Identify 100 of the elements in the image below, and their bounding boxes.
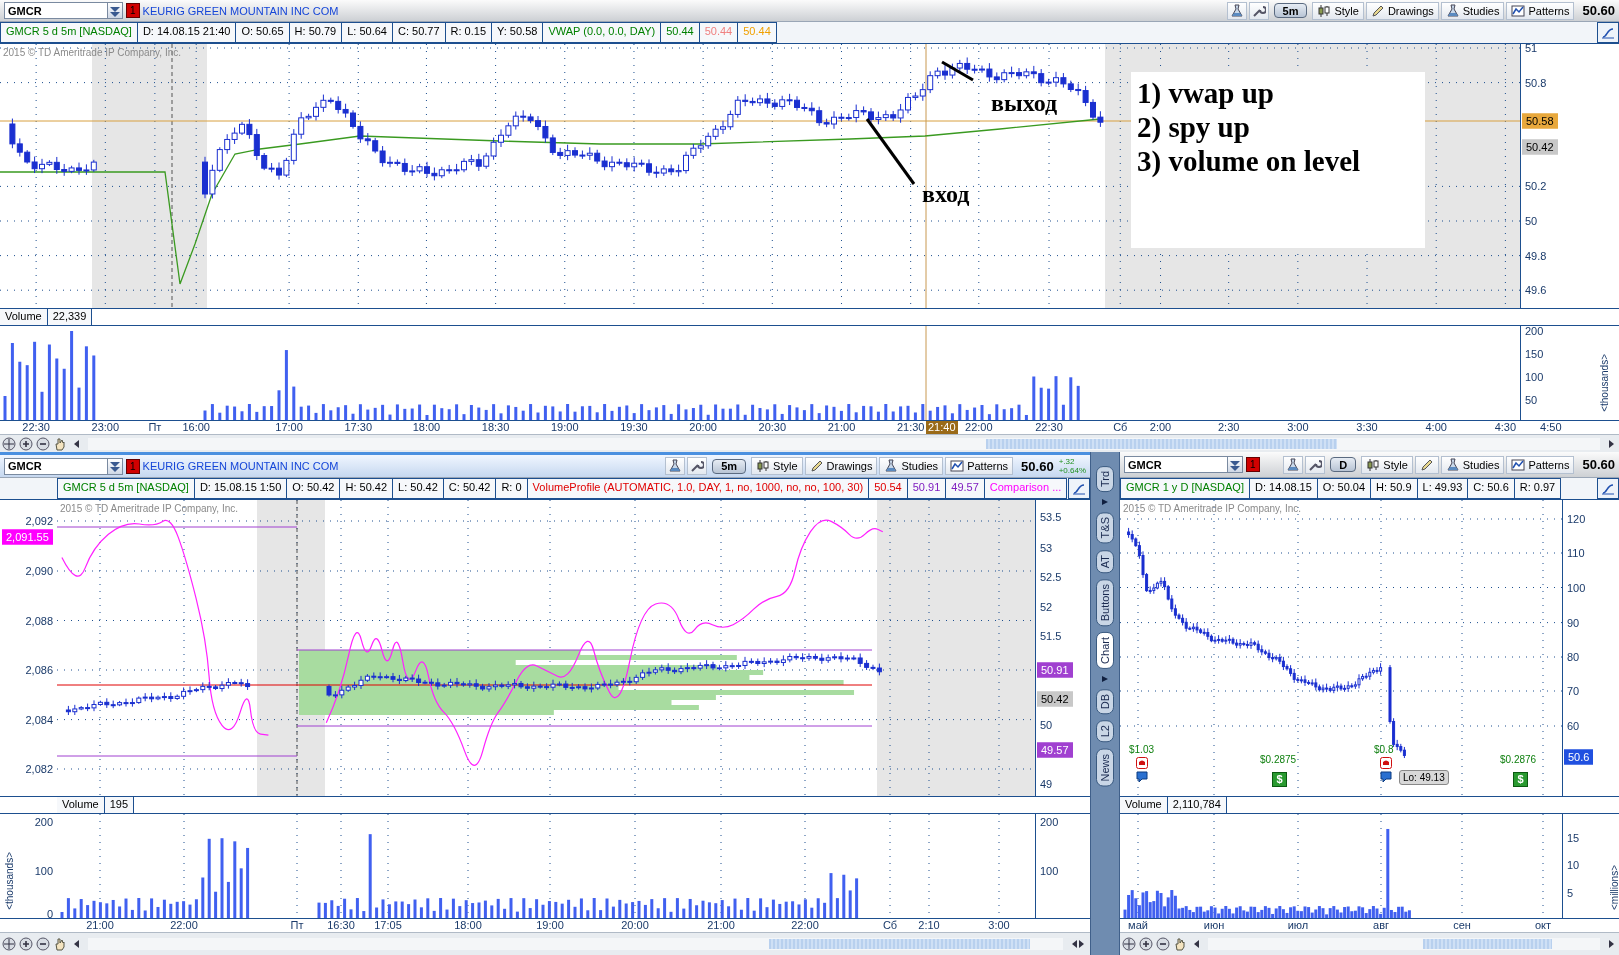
price-change: +0.64% [1058, 466, 1086, 475]
price-tag: 50.58 [1522, 113, 1558, 129]
studies-button[interactable]: Studies [879, 457, 944, 475]
annotation-text: выход [991, 90, 1058, 116]
time-label: 19:30 [620, 421, 648, 434]
symbol-field[interactable]: GMCR [1124, 456, 1228, 473]
axis-label: 2,090 [25, 565, 53, 577]
quote-value: 49.57 [946, 478, 985, 499]
side-tab[interactable]: L2 [1096, 720, 1114, 743]
style-button[interactable]: Style [1361, 455, 1413, 474]
axis-label: 100 [34, 865, 53, 877]
drawings-button[interactable]: Drawings [804, 457, 878, 475]
side-tab[interactable]: Trd [1096, 466, 1114, 493]
time-label: 3:00 [988, 919, 1010, 932]
side-tab[interactable]: DB [1096, 688, 1114, 715]
side-tab[interactable]: Chart [1096, 632, 1114, 669]
time-label: 2:00 [1149, 421, 1172, 434]
alert-badge: 1 [1246, 457, 1260, 472]
symbol-field[interactable]: GMCR [4, 457, 108, 475]
time-label: 20:00 [621, 919, 649, 932]
patterns-button[interactable]: Patterns [945, 457, 1014, 475]
quote-value: R: 0 [496, 478, 528, 499]
time-label: Сб [1113, 421, 1128, 434]
time-label: 22:30 [22, 421, 50, 434]
quote-value: VolumeProfile (AUTOMATIC, 1.0, DAY, 1, no, 1000, no, no, 100, 30) [527, 478, 870, 499]
quote-value: C: 50.42 [443, 478, 497, 499]
quote-value: C: 50.77 [392, 22, 446, 43]
studies-button[interactable]: Studies [1440, 455, 1505, 474]
time-label: июл [1287, 919, 1309, 932]
volume-value: 2,110,784 [1167, 797, 1227, 813]
time-label: 2:30 [1217, 421, 1240, 434]
quote-value: L: 50.42 [393, 478, 444, 499]
quote-value: H: 50.79 [289, 22, 343, 43]
axis-label: 200 [1525, 325, 1544, 337]
company-name: KEURIG GREEN MOUNTAIN INC COM [142, 4, 339, 17]
note-text: 1) vwap up [1137, 76, 1275, 110]
side-tab[interactable]: T&S [1096, 512, 1114, 544]
last-price: 50.60 [1582, 457, 1615, 472]
quote-value: O: 50.42 [287, 478, 341, 499]
patterns-button[interactable]: Patterns [1506, 1, 1575, 20]
quote-value: GMCR 5 d 5m [NASDAQ] [57, 478, 195, 499]
axis-label: 90 [1567, 616, 1580, 629]
axis-label: 0 [46, 908, 53, 920]
price-tag: 50.6 [1564, 749, 1594, 765]
time-label: 4:30 [1494, 421, 1517, 434]
axis-label: 49.6 [1525, 284, 1547, 297]
quote-value: D: 14.08.15 21:40 [137, 22, 237, 43]
event-label: $0.2876 [1500, 754, 1537, 766]
axis-label: 2,092 [25, 515, 53, 527]
time-label: 3:00 [1287, 421, 1309, 434]
quote-value: 50.44 [738, 22, 777, 43]
drawings-button[interactable]: Drawings [1365, 1, 1439, 20]
aggregation-button[interactable]: D [1330, 457, 1357, 472]
volume-label: Volume [0, 309, 48, 325]
time-label: 21:00 [86, 919, 114, 932]
side-tab[interactable]: News [1096, 748, 1114, 786]
note-text: 2) spy up [1137, 110, 1251, 144]
time-label: 21:30 [896, 421, 925, 434]
axis-label: 50.2 [1525, 180, 1547, 193]
quote-value: 50.44 [661, 22, 700, 43]
axis-label: 50.8 [1525, 76, 1547, 89]
dividend-badge: $ [1513, 772, 1528, 787]
quote-value: L: 50.64 [342, 22, 393, 43]
copyright-text: 2015 © TD Ameritrade IP Company, Inc. [1123, 503, 1301, 514]
axis-label: 52.5 [1040, 571, 1062, 583]
side-tab[interactable]: AT [1096, 549, 1114, 573]
quote-value: Comparison ... [984, 478, 1068, 499]
symbol-field[interactable]: GMCR [4, 2, 108, 19]
time-label: авг [1373, 919, 1389, 932]
axis-label: 2,082 [25, 763, 53, 775]
company-name: KEURIG GREEN MOUNTAIN INC COM [142, 460, 339, 472]
time-label: 22:00 [965, 421, 993, 434]
time-label: 17:05 [374, 919, 402, 932]
time-label: Пт [290, 919, 304, 932]
time-label: 20:00 [689, 421, 717, 434]
price-tag: 50.42 [1522, 139, 1558, 155]
quote-value: Y: 50.58 [492, 22, 544, 43]
alert-badge: 1 [126, 3, 140, 18]
time-label: 22:00 [170, 919, 198, 932]
quote-value: R: 0.97 [1514, 478, 1562, 499]
axis-label: 5 [1567, 887, 1574, 899]
quote-value: H: 50.9 [1371, 478, 1418, 499]
aggregation-button[interactable]: 5m [712, 458, 747, 474]
axis-label: 49 [1040, 778, 1053, 790]
quote-value: D: 14.08.15 [1249, 478, 1318, 499]
side-tab[interactable]: Buttons [1096, 578, 1114, 627]
style-button[interactable]: Style [1312, 1, 1364, 20]
time-label: Сб [882, 919, 898, 932]
quote-value: 50.54 [869, 478, 908, 499]
style-button[interactable]: Style [751, 457, 803, 475]
annotation-text: вход [922, 181, 970, 207]
axis-label: 50 [1040, 719, 1053, 731]
event-label: $0.8 [1374, 744, 1394, 756]
aggregation-button[interactable]: 5m [1273, 3, 1308, 18]
patterns-button[interactable]: Patterns [1506, 455, 1575, 474]
quote-value: O: 50.65 [236, 22, 290, 43]
note-text: 3) volume on level [1137, 144, 1362, 178]
studies-button[interactable]: Studies [1440, 1, 1505, 20]
time-label: 18:00 [412, 421, 441, 434]
volume-label: Volume [1120, 797, 1168, 813]
